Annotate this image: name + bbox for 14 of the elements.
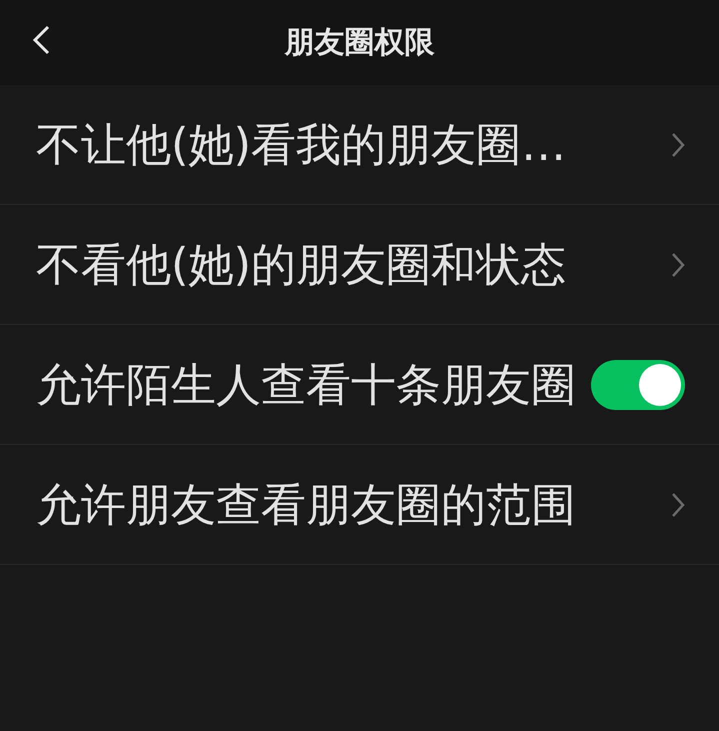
row-label: 不让他(她)看我的朋友圈… bbox=[36, 116, 568, 172]
row-label: 允许陌生人查看十条朋友圈 bbox=[36, 356, 576, 412]
chevron-right-icon bbox=[671, 492, 685, 518]
back-icon[interactable] bbox=[32, 25, 50, 55]
row-label: 不看他(她)的朋友圈和状态 bbox=[36, 236, 568, 292]
chevron-right-icon bbox=[671, 252, 685, 278]
toggle-switch[interactable] bbox=[591, 360, 685, 410]
settings-row[interactable]: 允许朋友查看朋友圈的范围 bbox=[0, 445, 719, 565]
settings-row[interactable]: 不让他(她)看我的朋友圈… bbox=[0, 85, 719, 205]
settings-row[interactable]: 不看他(她)的朋友圈和状态 bbox=[0, 205, 719, 325]
page-title: 朋友圈权限 bbox=[284, 24, 434, 62]
chevron-right-icon bbox=[671, 132, 685, 158]
settings-row[interactable]: 允许陌生人查看十条朋友圈 bbox=[0, 325, 719, 445]
row-label: 允许朋友查看朋友圈的范围 bbox=[36, 476, 576, 532]
